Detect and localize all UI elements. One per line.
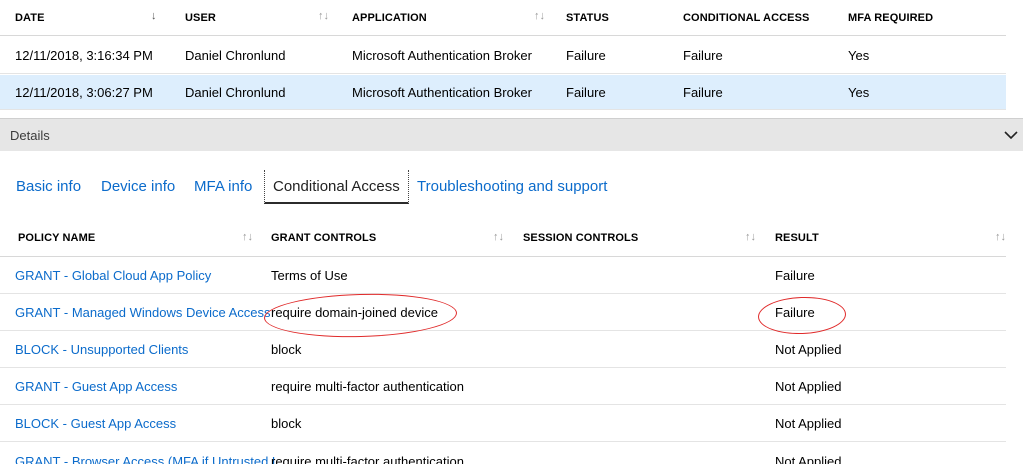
cell-grant: require multi-factor authentication: [271, 453, 464, 464]
policies-header: POLICY NAME ↑↓ GRANT CONTROLS ↑↓ SESSION…: [0, 219, 1006, 257]
cell-mfa-required: Yes: [848, 48, 870, 63]
cell-result: Failure: [775, 305, 815, 320]
signins-header: DATE ↓ USER ↑↓ APPLICATION ↑↓ STATUS CON…: [0, 0, 1006, 36]
tab-device-info[interactable]: Device info: [101, 170, 175, 204]
col-session-controls[interactable]: SESSION CONTROLS: [523, 219, 638, 256]
col-result[interactable]: RESULT: [775, 219, 819, 256]
sort-icon[interactable]: ↑↓: [745, 232, 756, 243]
cell-result: Not Applied: [775, 342, 842, 357]
col-application[interactable]: APPLICATION: [352, 0, 427, 35]
table-row[interactable]: GRANT - Managed Windows Device Access re…: [0, 295, 1006, 331]
sort-icon[interactable]: ↑↓: [995, 232, 1006, 243]
col-status: STATUS: [566, 11, 609, 24]
col-mfa-required: MFA REQUIRED: [848, 11, 934, 24]
cell-grant: Terms of Use: [271, 268, 348, 283]
cell-date: 12/11/2018, 3:06:27 PM: [15, 84, 153, 100]
col-conditional-access: CONDITIONAL ACCESS: [683, 11, 810, 24]
cell-grant: require multi-factor authentication: [271, 379, 464, 394]
details-tabs: Basic info Device info MFA info Conditio…: [0, 170, 1023, 204]
sort-icon[interactable]: ↑↓: [318, 11, 329, 22]
table-row[interactable]: GRANT - Global Cloud App Policy Terms of…: [0, 258, 1006, 294]
cell-status: Failure: [566, 48, 606, 63]
cell-grant: block: [271, 416, 302, 431]
cell-result: Not Applied: [775, 453, 842, 464]
policy-link[interactable]: BLOCK - Unsupported Clients: [15, 332, 188, 367]
tab-mfa-info[interactable]: MFA info: [194, 170, 252, 204]
sort-icon[interactable]: ↑↓: [534, 11, 545, 22]
col-grant-controls[interactable]: GRANT CONTROLS: [271, 219, 376, 256]
policy-link[interactable]: BLOCK - Guest App Access: [15, 406, 176, 441]
col-policy-name[interactable]: POLICY NAME: [18, 219, 95, 256]
policy-link[interactable]: GRANT - Guest App Access: [15, 369, 177, 404]
table-row[interactable]: GRANT - Guest App Access require multi-f…: [0, 369, 1006, 405]
policy-link[interactable]: GRANT - Global Cloud App Policy: [15, 258, 211, 293]
cell-result: Not Applied: [775, 416, 842, 431]
cell-date: 12/11/2018, 3:16:34 PM: [15, 48, 153, 63]
cell-grant: require domain-joined device: [271, 305, 438, 320]
cell-conditional-access: Failure: [683, 48, 723, 63]
cell-mfa-required: Yes: [848, 84, 870, 100]
col-user[interactable]: USER: [185, 0, 216, 35]
table-row[interactable]: GRANT - Browser Access (MFA if Untrusted…: [0, 443, 1006, 464]
table-row[interactable]: BLOCK - Unsupported Clients block Not Ap…: [0, 332, 1006, 368]
cell-status: Failure: [566, 84, 606, 100]
cell-conditional-access: Failure: [683, 84, 723, 100]
cell-application: Microsoft Authentication Broker: [352, 84, 532, 100]
tab-conditional-access[interactable]: Conditional Access: [264, 170, 409, 204]
details-label: Details: [10, 128, 50, 143]
cell-user: Daniel Chronlund: [185, 84, 286, 100]
table-row[interactable]: BLOCK - Guest App Access block Not Appli…: [0, 406, 1006, 442]
details-bar[interactable]: Details: [0, 118, 1023, 151]
cell-result: Not Applied: [775, 379, 842, 394]
policy-link[interactable]: GRANT - Browser Access (MFA if Untrusted…: [15, 443, 279, 464]
table-row[interactable]: 12/11/2018, 3:16:34 PM Daniel Chronlund …: [0, 38, 1006, 74]
tab-basic-info[interactable]: Basic info: [16, 170, 81, 204]
table-row-selected[interactable]: 12/11/2018, 3:06:27 PM Daniel Chronlund …: [0, 75, 1006, 110]
policy-link[interactable]: GRANT - Managed Windows Device Access: [15, 295, 271, 330]
cell-application: Microsoft Authentication Broker: [352, 48, 532, 63]
cell-user: Daniel Chronlund: [185, 48, 286, 63]
sort-desc-icon[interactable]: ↓: [151, 11, 157, 22]
chevron-down-icon[interactable]: [1003, 128, 1019, 142]
tab-troubleshooting[interactable]: Troubleshooting and support: [417, 170, 607, 204]
sort-icon[interactable]: ↑↓: [493, 232, 504, 243]
cell-grant: block: [271, 342, 302, 357]
col-date[interactable]: DATE: [15, 0, 45, 35]
sort-icon[interactable]: ↑↓: [242, 232, 253, 243]
cell-result: Failure: [775, 268, 815, 283]
